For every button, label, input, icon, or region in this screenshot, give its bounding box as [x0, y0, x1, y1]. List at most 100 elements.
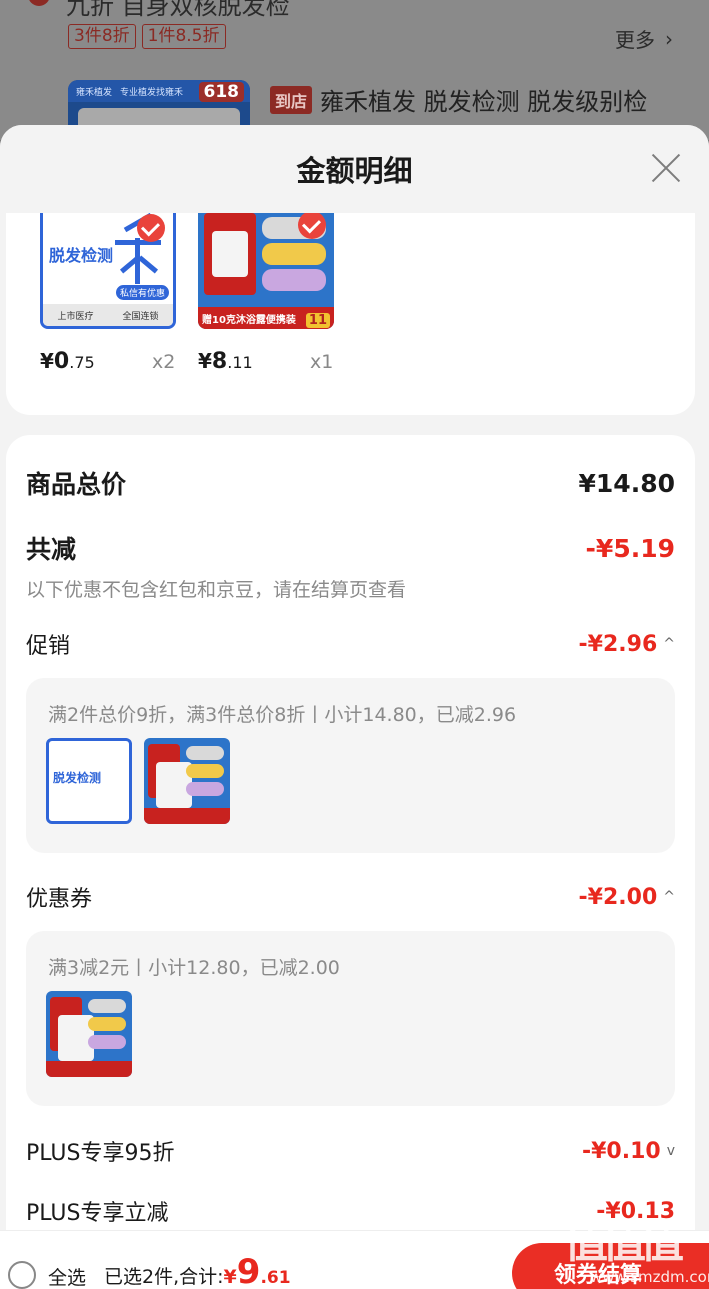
checkout-bar: 全选 已选2件,合计: ¥ 9 .61 领券结算	[0, 1230, 709, 1289]
footer-text: 赠10克沐浴露便携装	[202, 314, 296, 326]
select-all-label[interactable]: 全选	[48, 1263, 86, 1289]
soap-bar-icon	[186, 746, 224, 760]
plus-discount-value: -¥0.10	[581, 1138, 661, 1164]
background-icon	[28, 0, 50, 6]
chevron-up-icon: ^	[663, 889, 675, 905]
store-title: 雍禾植发 脱发检测 脱发级别检	[320, 88, 648, 116]
close-icon[interactable]	[651, 153, 681, 183]
checkmark-icon[interactable]	[137, 214, 165, 242]
soap-bar-icon	[262, 243, 326, 265]
currency-symbol: ¥	[198, 349, 212, 373]
store-badge: 到店	[270, 85, 313, 114]
discount-row: 共减 -¥5.19	[26, 530, 675, 566]
background-tags: 3件8折 1件8.5折	[68, 24, 226, 49]
price-integer: 8	[211, 349, 228, 374]
plus-reduce-row[interactable]: PLUS专享立减 -¥0.13	[26, 1195, 675, 1227]
soap-bar-icon	[262, 269, 326, 291]
soap-bar-icon	[88, 1035, 126, 1049]
plus-discount-toggle[interactable]: -¥0.10 v	[582, 1139, 675, 1164]
store-row: 到店 雍禾植发 脱发检测 脱发级别检	[270, 82, 647, 117]
promotion-detail-text: 满2件总价9折，满3件总价8折丨小计14.80，已减2.96	[48, 704, 517, 726]
products-card: 脱发检测 私信有优惠 上市医疗 全国连锁 ¥0.75 x2 赠10克沐浴露便携装…	[6, 213, 695, 415]
footer-text: 上市医疗	[57, 311, 94, 322]
plus-reduce-value: -¥0.13	[596, 1198, 675, 1224]
total-value: ¥14.80	[578, 468, 675, 498]
product-image: 赠10克沐浴露便携装 11	[198, 213, 334, 329]
coupon-detail: 满3减2元丨小计12.80，已减2.00	[26, 931, 675, 1106]
promotion-product-thumb[interactable]	[144, 738, 230, 824]
plus-reduce-toggle[interactable]: -¥0.13	[596, 1199, 675, 1224]
sheet-title: 金额明细	[296, 154, 413, 188]
selected-text: 已选2件,合计:	[104, 1266, 224, 1288]
product-image-badge: 私信有优惠	[115, 285, 169, 300]
coupon-value: -¥2.00	[578, 884, 658, 910]
chevron-up-icon: ^	[663, 636, 675, 652]
discount-label: 共减	[26, 535, 77, 564]
product-item[interactable]: 赠10克沐浴露便携装 11 ¥8.11 x1	[198, 213, 334, 374]
footer-badge: 11	[305, 313, 330, 328]
sheet-header: 金额明细	[0, 125, 709, 213]
promotion-detail: 满2件总价9折，满3件总价8折丨小计14.80，已减2.96 脱发检测	[26, 678, 675, 853]
coupon-toggle[interactable]: -¥2.00 ^	[579, 885, 675, 910]
thumb-title: 脱发检测	[53, 771, 102, 785]
plus-discount-label: PLUS专享95折	[26, 1141, 175, 1166]
thumb-slogan: 专业植发找雍禾	[120, 87, 184, 98]
promo-tag: 1件8.5折	[141, 24, 226, 49]
promotion-toggle[interactable]: -¥2.96 ^	[579, 632, 675, 657]
chevron-right-icon: ›	[665, 26, 673, 51]
discount-note: 以下优惠不包含红包和京豆，请在结算页查看	[26, 579, 407, 601]
promotion-row[interactable]: 促销 -¥2.96 ^	[26, 628, 675, 660]
product-item[interactable]: 脱发检测 私信有优惠 上市医疗 全国连锁 ¥0.75 x2	[40, 213, 176, 374]
thumb-footer	[144, 808, 230, 824]
price-decimal: .75	[69, 353, 95, 372]
product-image-footer: 上市医疗 全国连锁	[43, 304, 173, 326]
product-quantity: x1	[310, 351, 334, 373]
sum-decimal: .61	[260, 1268, 291, 1288]
soap-box-icon	[204, 213, 256, 295]
select-all-radio[interactable]	[8, 1261, 36, 1289]
coupon-product-thumb[interactable]	[46, 991, 132, 1077]
coupon-row[interactable]: 优惠券 -¥2.00 ^	[26, 881, 675, 913]
amount-detail-sheet: 金额明细 脱发检测 私信有优惠 上市医疗 全国连锁 ¥0.75 x2 赠10克沐…	[0, 125, 709, 1289]
sum-currency: ¥	[223, 1266, 237, 1288]
more-label: 更多	[615, 28, 655, 52]
promo-tag: 3件8折	[68, 24, 136, 49]
soap-box-icon	[148, 744, 192, 808]
checkout-label: 领券结算	[554, 1263, 643, 1288]
price-decimal: .11	[227, 353, 253, 372]
total-label: 商品总价	[26, 470, 127, 499]
background-page: 九折 自身双核脱发检 3件8折 1件8.5折 更多 › 雍禾植发 专业植发找雍禾…	[0, 0, 709, 140]
promotion-label: 促销	[26, 634, 71, 659]
selected-summary: 已选2件,合计: ¥ 9 .61	[104, 1255, 291, 1289]
product-price: ¥0.75	[40, 349, 95, 374]
promotion-value: -¥2.96	[578, 631, 658, 657]
plus-reduce-label: PLUS专享立减	[26, 1201, 169, 1226]
currency-symbol: ¥	[40, 349, 54, 373]
thumb-brand: 雍禾植发	[76, 87, 113, 98]
product-image: 脱发检测 私信有优惠 上市医疗 全国连锁	[40, 213, 176, 329]
soap-bar-icon	[88, 1017, 126, 1031]
total-row: 商品总价 ¥14.80	[26, 465, 675, 501]
product-image-title: 脱发检测	[49, 246, 114, 265]
soap-bar-icon	[186, 782, 224, 796]
plus-discount-row[interactable]: PLUS专享95折 -¥0.10 v	[26, 1135, 675, 1167]
thumb-footer	[46, 1061, 132, 1077]
footer-text: 全国连锁	[122, 311, 159, 322]
checkout-button[interactable]: 领券结算	[512, 1243, 709, 1289]
discount-value: -¥5.19	[585, 533, 675, 563]
more-link[interactable]: 更多 ›	[615, 24, 673, 53]
promotion-product-thumb[interactable]: 脱发检测	[46, 738, 132, 824]
coupon-label: 优惠券	[26, 887, 93, 912]
coupon-detail-text: 满3减2元丨小计12.80，已减2.00	[48, 957, 340, 979]
thumb-badge: 618	[198, 82, 244, 102]
product-quantity: x2	[152, 351, 176, 373]
soap-bar-icon	[186, 764, 224, 778]
price-integer: 0	[53, 349, 70, 374]
soap-box-icon	[50, 997, 94, 1061]
background-title-fragment: 九折 自身双核脱发检	[66, 0, 290, 20]
product-image-footer: 赠10克沐浴露便携装 11	[198, 307, 334, 329]
chevron-down-icon: v	[666, 1143, 675, 1159]
soap-bar-icon	[88, 999, 126, 1013]
sum-integer: 9	[236, 1252, 261, 1289]
price-summary-card: 商品总价 ¥14.80 共减 -¥5.19 以下优惠不包含红包和京豆，请在结算页…	[6, 435, 695, 1289]
